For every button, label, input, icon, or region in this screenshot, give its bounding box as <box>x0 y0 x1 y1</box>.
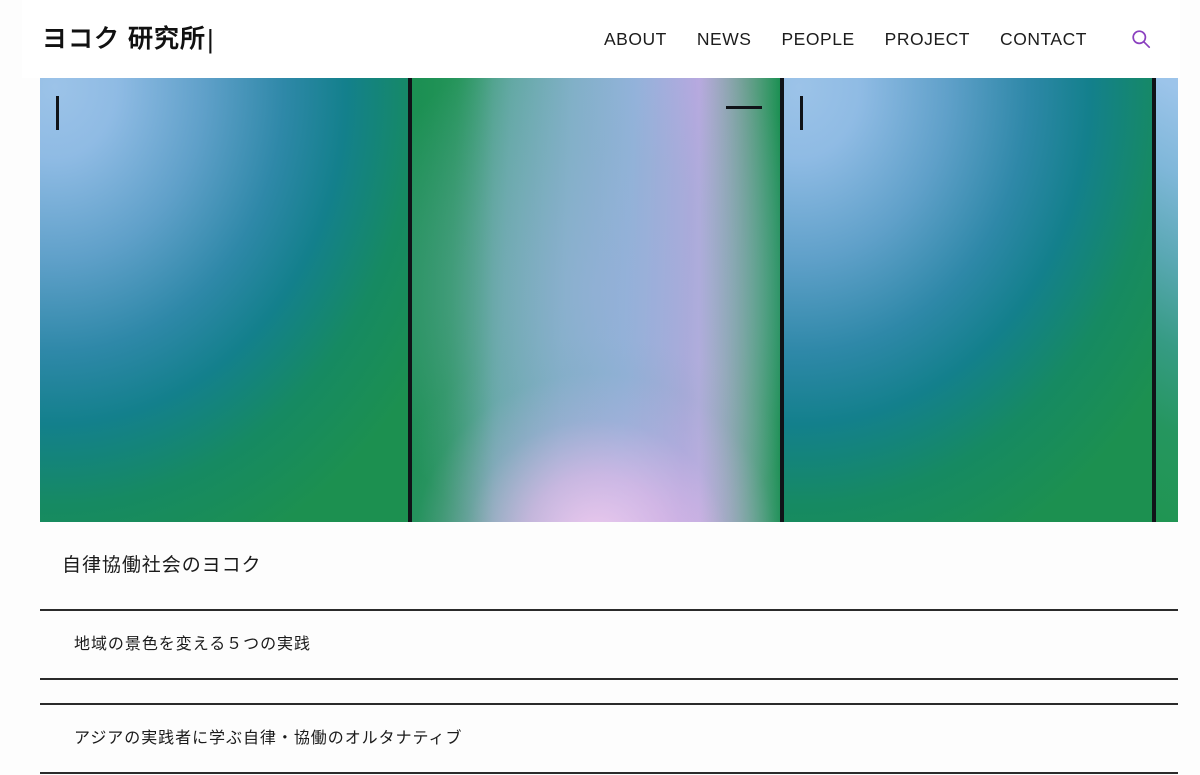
site-logo[interactable]: ヨコク 研究所 | <box>42 26 215 52</box>
hero-slide-3-gradient <box>783 78 1152 522</box>
hero-carousel[interactable] <box>40 78 1178 522</box>
nav-item-about[interactable]: ABOUT <box>589 29 682 50</box>
article-title[interactable]: 地域の景色を変える５つの実践 <box>40 611 1178 678</box>
section-title: 自律協働社会のヨコク <box>62 555 262 576</box>
vertical-bar-mark-icon <box>799 96 803 130</box>
site-header: ヨコク 研究所 | ABOUT NEWS PEOPLE PROJECT CONTA… <box>22 0 1180 78</box>
article-list-item[interactable]: アジアの実践者に学ぶ自律・協働のオルタナティブ <box>40 703 1178 775</box>
hero-slide-1[interactable] <box>40 78 410 522</box>
article-list: 地域の景色を変える５つの実践 アジアの実践者に学ぶ自律・協働のオルタナティブ <box>40 609 1178 775</box>
site-logo-text: ヨコク 研究所 <box>42 24 206 53</box>
nav-item-people[interactable]: PEOPLE <box>766 29 869 50</box>
article-title[interactable]: アジアの実践者に学ぶ自律・協働のオルタナティブ <box>40 705 1178 772</box>
hero-slide-2[interactable] <box>409 78 782 522</box>
page-root: ヨコク 研究所 | ABOUT NEWS PEOPLE PROJECT CONTA… <box>0 0 1200 775</box>
main-navigation: ABOUT NEWS PEOPLE PROJECT CONTACT <box>589 26 1160 52</box>
hero-slide-4-gradient <box>1155 78 1178 522</box>
article-list-item[interactable]: 地域の景色を変える５つの実践 <box>40 609 1178 681</box>
hero-slide-3[interactable] <box>781 78 1154 522</box>
nav-item-contact[interactable]: CONTACT <box>985 29 1102 50</box>
hero-slide-2-gradient <box>411 78 780 522</box>
hero-slide-1-gradient <box>40 78 408 522</box>
site-logo-cursor: | <box>206 24 215 54</box>
hero-carousel-track[interactable] <box>40 78 1178 522</box>
search-icon[interactable] <box>1128 26 1154 52</box>
vertical-bar-mark-icon <box>55 96 59 130</box>
nav-item-news[interactable]: NEWS <box>682 29 767 50</box>
nav-item-project[interactable]: PROJECT <box>870 29 985 50</box>
hero-slide-4[interactable] <box>1153 78 1178 522</box>
horizontal-dash-mark-icon <box>725 106 762 109</box>
main-content: 自律協働社会のヨコク 地域の景色を変える５つの実践 アジアの実践者に学ぶ自律・協… <box>40 522 1178 775</box>
